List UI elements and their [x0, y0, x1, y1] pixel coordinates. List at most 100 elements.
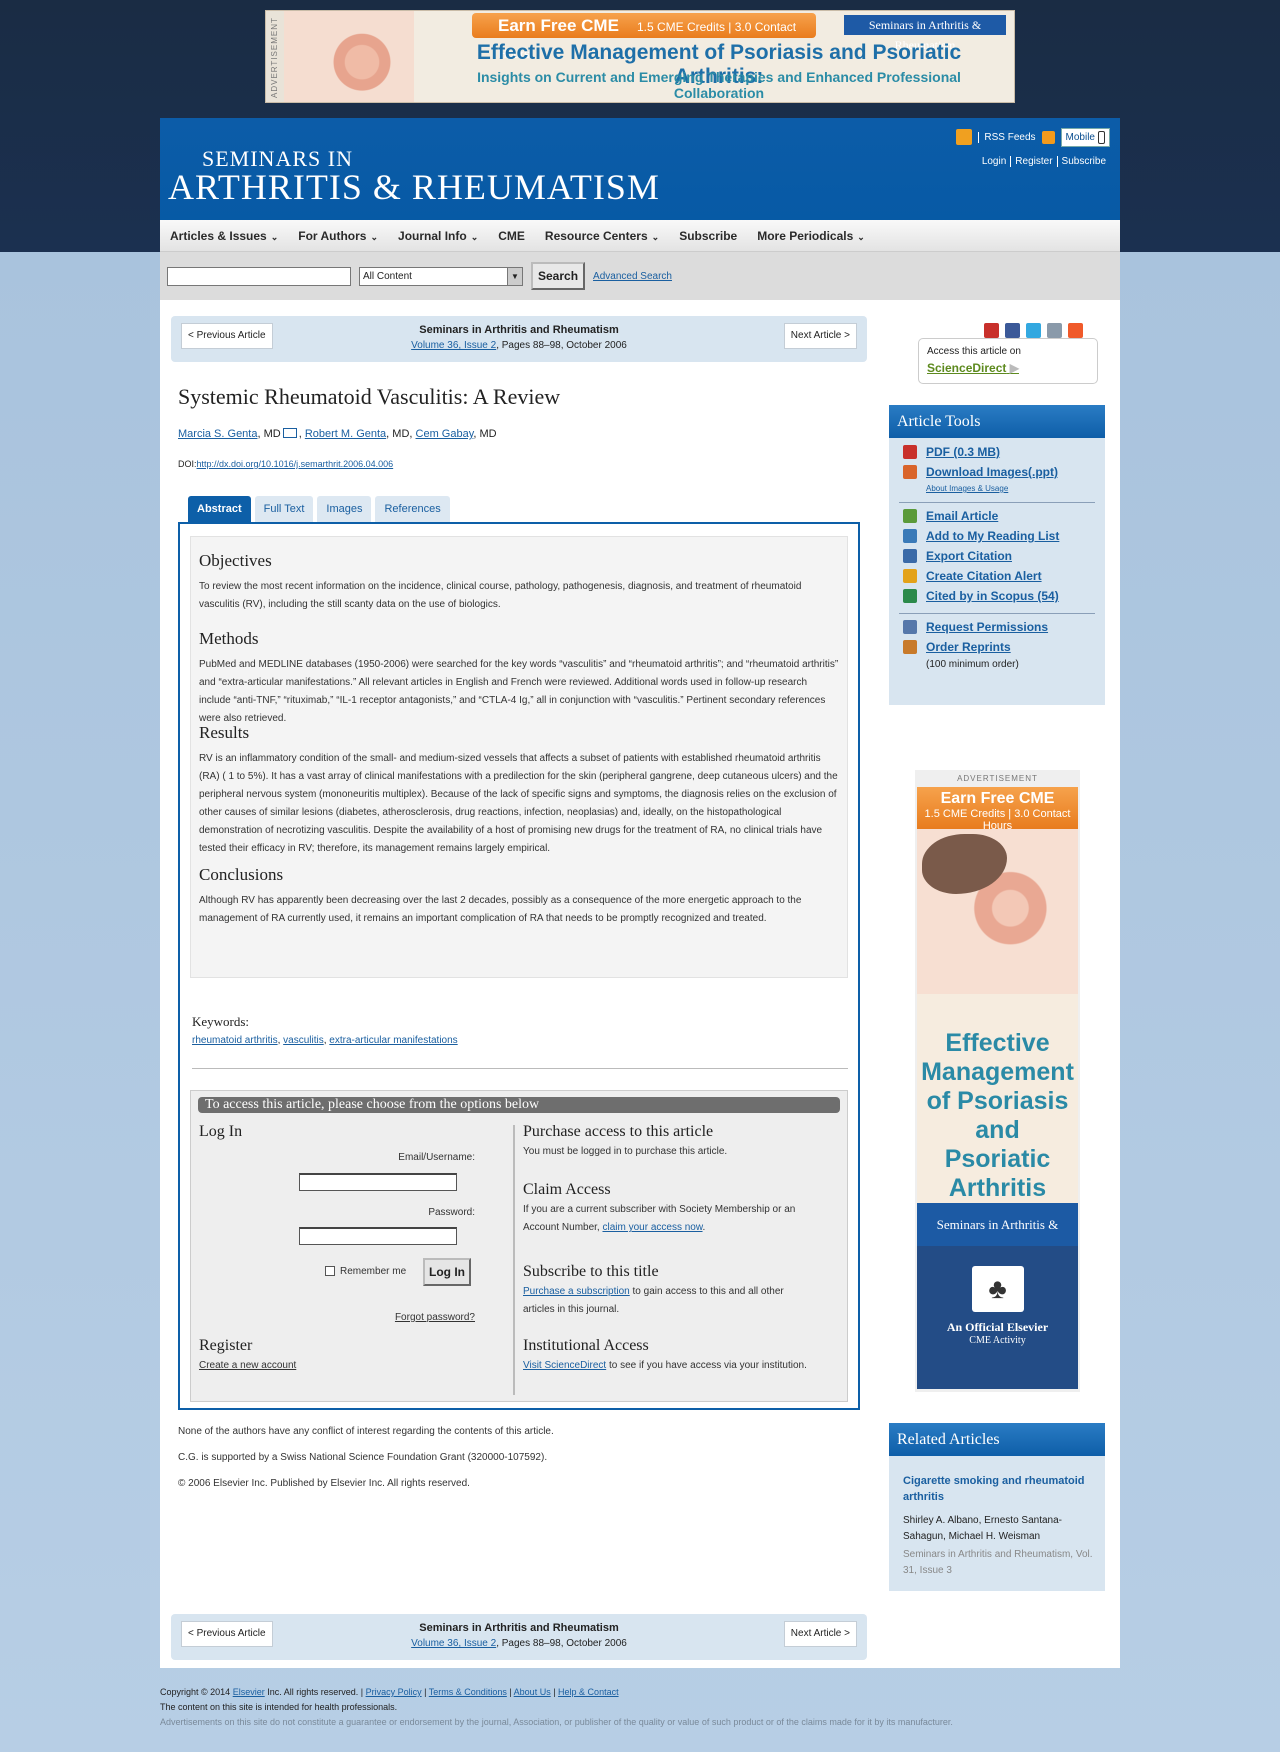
logo-line2: ARTHRITIS & RHEUMATISM: [168, 167, 660, 207]
content-select[interactable]: All Content ▼: [359, 266, 523, 286]
nav-label: CME: [498, 228, 525, 243]
note-text: C.G. is supported by a Swiss National Sc…: [178, 1452, 548, 1463]
remember-label: Remember me: [340, 1266, 407, 1277]
next-article-button[interactable]: Next Article >: [783, 1621, 857, 1647]
tool-label[interactable]: Email Article: [926, 509, 998, 523]
create-account-link[interactable]: Create a new account: [199, 1357, 296, 1375]
sidebar-advertisement[interactable]: ADVERTISEMENT Earn Free CME 1.5 CME Credi…: [915, 770, 1080, 1392]
tool-label[interactable]: Order Reprints: [926, 640, 1011, 654]
remember-me[interactable]: Remember me: [325, 1263, 406, 1281]
article-nav-top: Seminars in Arthritis and Rheumatism Vol…: [171, 316, 867, 362]
mobile-button[interactable]: Mobile: [1060, 127, 1110, 147]
tool-reading-list[interactable]: Add to My Reading List: [903, 529, 1059, 543]
volume-link[interactable]: Volume 36, Issue 2: [411, 1638, 496, 1649]
content-select-value: All Content: [363, 270, 412, 282]
nav-articles-issues[interactable]: Articles & Issues ⌄: [170, 229, 278, 243]
tool-permissions[interactable]: Request Permissions: [903, 620, 1048, 634]
tool-label[interactable]: Export Citation: [926, 549, 1012, 563]
tab-abstract[interactable]: Abstract: [188, 496, 251, 522]
volume-link[interactable]: Volume 36, Issue 2: [411, 340, 496, 351]
nav-cme[interactable]: CME: [498, 229, 525, 243]
abstract-section: Objectives To review the most recent inf…: [199, 551, 839, 614]
login-link[interactable]: Login: [978, 156, 1010, 167]
journal-logo[interactable]: SEMINARS IN ARTHRITIS & RHEUMATISM: [168, 146, 660, 208]
ad-brand: Seminars in Arthritis & Rheumatism: [917, 1203, 1078, 1275]
journal-name: Seminars in Arthritis and Rheumatism: [419, 324, 619, 336]
tool-download-images[interactable]: Download Images(.ppt): [903, 465, 1058, 479]
tool-label[interactable]: Cited by in Scopus (54): [926, 589, 1059, 603]
more-share-icon[interactable]: [1068, 323, 1083, 338]
email-icon[interactable]: [282, 428, 297, 438]
tool-cited-scopus[interactable]: Cited by in Scopus (54): [903, 589, 1059, 603]
about-us-link[interactable]: About Us: [514, 1687, 551, 1697]
next-article-button[interactable]: Next Article >: [783, 323, 857, 349]
top-advertisement[interactable]: ADVERTISEMENT Earn Free CME 1.5 CME Credi…: [265, 10, 1015, 103]
rss-icon[interactable]: [1041, 130, 1055, 144]
previous-article-button[interactable]: < Previous Article: [181, 1621, 273, 1647]
tool-label[interactable]: Download Images(.ppt): [926, 465, 1058, 479]
tool-label[interactable]: Create Citation Alert: [926, 569, 1042, 583]
permissions-icon: [903, 620, 917, 634]
subscribe-heading: Subscribe to this title: [523, 1263, 659, 1280]
facebook-icon[interactable]: [1005, 323, 1020, 338]
about-images-link[interactable]: About Images & Usage: [926, 484, 1008, 493]
terms-link[interactable]: Terms & Conditions: [429, 1687, 507, 1697]
advanced-search-link[interactable]: Advanced Search: [593, 271, 672, 282]
tool-order-reprints[interactable]: Order Reprints: [903, 640, 1011, 654]
nav-for-authors[interactable]: For Authors ⌄: [298, 229, 378, 243]
keyword-link[interactable]: rheumatoid arthritis: [192, 1035, 278, 1046]
claim-access-link[interactable]: claim your access now: [602, 1222, 702, 1233]
remember-checkbox[interactable]: [325, 1266, 335, 1277]
register-link[interactable]: Register: [1010, 156, 1057, 167]
sciencedirect-link[interactable]: Visit ScienceDirect: [523, 1360, 606, 1371]
author-link[interactable]: Robert M. Genta: [305, 428, 386, 440]
author-link[interactable]: Cem Gabay: [416, 428, 474, 440]
tool-export-citation[interactable]: Export Citation: [903, 549, 1012, 563]
search-button[interactable]: Search: [531, 262, 586, 290]
search-input[interactable]: [167, 266, 351, 286]
doi-link[interactable]: http://dx.doi.org/10.1016/j.semarthrit.2…: [197, 459, 394, 469]
help-contact-link[interactable]: Help & Contact: [558, 1687, 619, 1697]
tab-images[interactable]: Images: [317, 496, 372, 522]
tab-full-text[interactable]: Full Text: [254, 496, 314, 522]
privacy-policy-link[interactable]: Privacy Policy: [366, 1687, 422, 1697]
purchase-subscription-link[interactable]: Purchase a subscription: [523, 1286, 630, 1297]
share-icons: [984, 323, 1083, 338]
tool-label[interactable]: Request Permissions: [926, 620, 1048, 634]
section-text: To review the most recent information on…: [199, 581, 802, 610]
previous-article-button[interactable]: < Previous Article: [181, 323, 273, 349]
footer: Copyright © 2014 Elsevier Inc. All right…: [160, 1685, 1120, 1730]
rss-feeds-link[interactable]: RSS Feeds: [978, 131, 1036, 143]
tab-references[interactable]: References: [375, 496, 450, 522]
footer-audience: The content on this site is intended for…: [160, 1702, 398, 1712]
related-article-link[interactable]: Cigarette smoking and rheumatoid arthrit…: [903, 1473, 1093, 1505]
tool-pdf[interactable]: PDF (0.3 MB): [903, 445, 1000, 459]
tool-label[interactable]: Add to My Reading List: [926, 529, 1059, 543]
twitter-icon[interactable]: [1026, 323, 1041, 338]
password-field[interactable]: [299, 1227, 457, 1245]
elsevier-tree-icon: ♣: [971, 1266, 1024, 1312]
tool-label[interactable]: PDF (0.3 MB): [926, 445, 1000, 459]
sciencedirect-access-link[interactable]: ScienceDirect ▶: [927, 361, 1089, 375]
ad-headline-line: of Psoriasis: [926, 1087, 1069, 1115]
keyword-link[interactable]: vasculitis: [283, 1035, 324, 1046]
nav-more-periodicals[interactable]: More Periodicals ⌄: [757, 229, 865, 243]
abstract-section: Methods PubMed and MEDLINE databases (19…: [199, 629, 839, 728]
subscribe-link[interactable]: Subscribe: [1056, 156, 1110, 167]
tool-email-article[interactable]: Email Article: [903, 509, 998, 523]
tool-citation-alert[interactable]: Create Citation Alert: [903, 569, 1042, 583]
nav-label: More Periodicals: [757, 228, 854, 243]
home-icon[interactable]: [956, 129, 973, 145]
nav-subscribe[interactable]: Subscribe: [679, 229, 737, 243]
forgot-password-link[interactable]: Forgot password?: [395, 1309, 475, 1327]
mendeley-icon[interactable]: [984, 323, 999, 338]
author-suffix: , MD: [473, 428, 497, 440]
email-field[interactable]: [299, 1173, 457, 1191]
keyword-link[interactable]: extra-articular manifestations: [329, 1035, 457, 1046]
nav-resource-centers[interactable]: Resource Centers ⌄: [545, 229, 659, 243]
login-button[interactable]: Log In: [423, 1258, 471, 1286]
nav-journal-info[interactable]: Journal Info ⌄: [398, 229, 478, 243]
elsevier-link[interactable]: Elsevier: [233, 1687, 265, 1697]
email-share-icon[interactable]: [1047, 323, 1062, 338]
author-link[interactable]: Marcia S. Genta: [178, 428, 257, 440]
